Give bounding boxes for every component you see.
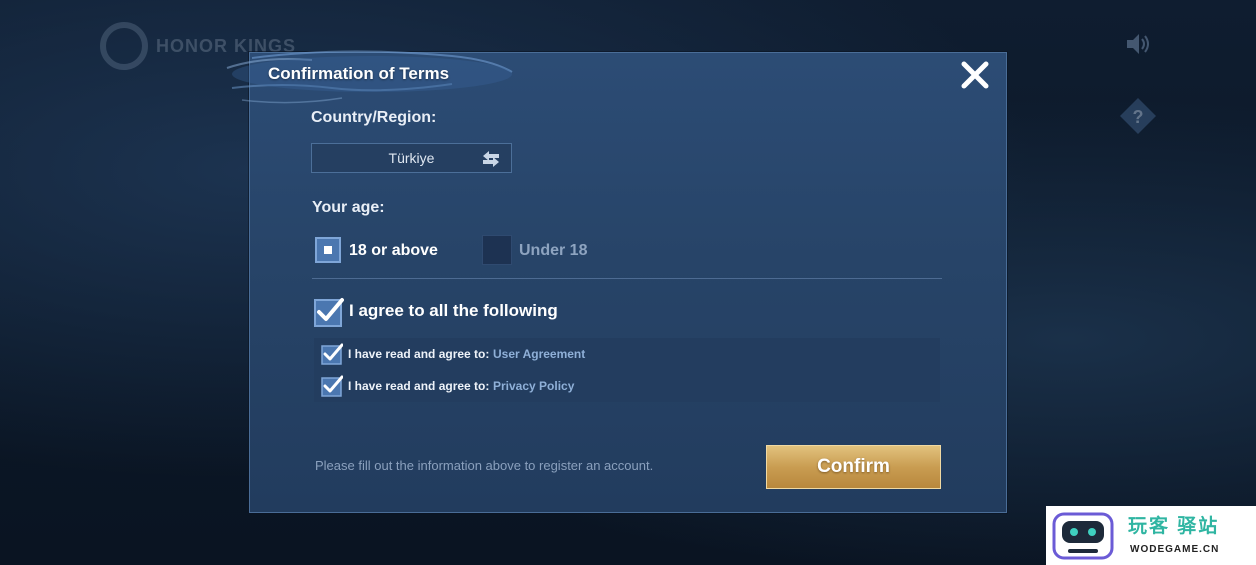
country-region-label: Country/Region:	[311, 109, 437, 126]
age-under-18-label: Under 18	[519, 242, 588, 259]
site-watermark: 玩客 驿站 WODEGAME.CN	[1046, 506, 1256, 565]
country-region-value: Türkiye	[388, 150, 435, 166]
sound-icon[interactable]	[1124, 30, 1152, 58]
registration-hint: Please fill out the information above to…	[315, 458, 654, 473]
user-agreement-prefix: I have read and agree to:	[348, 347, 490, 361]
agree-all-label: I agree to all the following	[349, 301, 558, 320]
svg-text:?: ?	[1133, 107, 1144, 127]
section-divider	[312, 278, 942, 279]
age-under-18-radio[interactable]	[482, 235, 512, 265]
watermark-cn-text: 玩客 驿站	[1128, 516, 1220, 537]
age-18-or-above-label: 18 or above	[349, 242, 438, 259]
close-icon[interactable]	[958, 58, 992, 92]
swap-arrows-icon	[483, 151, 499, 167]
game-logo-ring-icon	[100, 22, 148, 70]
age-18-or-above-radio[interactable]	[315, 237, 341, 263]
robot-logo-icon	[1052, 512, 1114, 560]
age-label: Your age:	[312, 199, 385, 216]
dialog-title: Confirmation of Terms	[268, 64, 450, 83]
confirm-button[interactable]: Confirm	[766, 445, 941, 489]
privacy-policy-prefix: I have read and agree to:	[348, 379, 490, 393]
privacy-policy-checkbox[interactable]	[321, 375, 343, 397]
user-agreement-checkbox[interactable]	[321, 343, 343, 365]
watermark-en-text: WODEGAME.CN	[1130, 544, 1220, 555]
help-icon[interactable]: ?	[1118, 96, 1158, 136]
privacy-policy-link[interactable]: Privacy Policy	[493, 379, 574, 393]
agree-all-checkbox[interactable]	[314, 297, 344, 327]
user-agreement-link[interactable]: User Agreement	[493, 347, 585, 361]
country-region-select[interactable]: Türkiye	[311, 143, 512, 173]
